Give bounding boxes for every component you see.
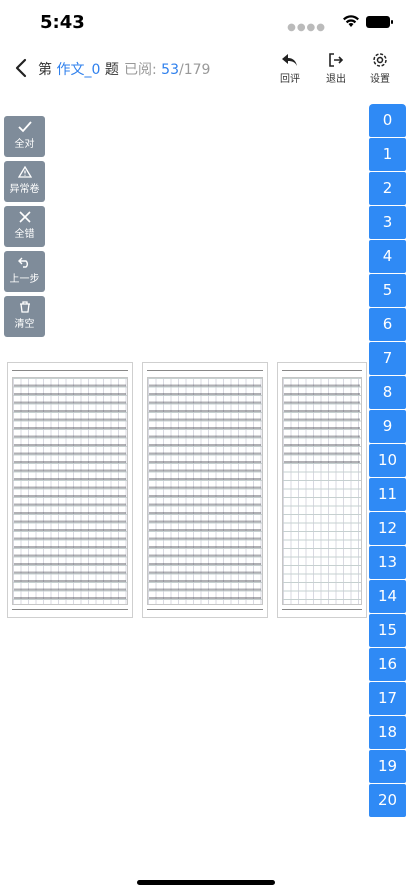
status-time: 5:43 (40, 12, 85, 33)
warning-icon (17, 166, 32, 178)
exit-button[interactable]: 退出 (318, 52, 354, 88)
clear-label: 清空 (14, 319, 35, 330)
x-icon (18, 211, 31, 223)
score-button[interactable]: 9 (369, 410, 406, 443)
all-correct-label: 全对 (14, 139, 35, 150)
read-label: 已阅: (124, 62, 157, 78)
exit-label: 退出 (326, 74, 346, 85)
battery-icon (366, 16, 393, 28)
title-suffix: 题 (104, 62, 119, 78)
status-bar: 5:43 ●●●● (0, 0, 412, 46)
score-button[interactable]: 20 (369, 784, 406, 817)
score-button[interactable]: 0 (369, 104, 406, 137)
answer-sheet-page-3 (277, 362, 367, 618)
undo-icon (17, 257, 28, 268)
review-label: 回评 (280, 74, 300, 85)
score-button[interactable]: 14 (369, 580, 406, 613)
score-button[interactable]: 11 (369, 478, 406, 511)
question-title: 第 作文_0 题 (38, 59, 119, 79)
clear-button[interactable]: 清空 (4, 296, 45, 337)
score-button[interactable]: 15 (369, 614, 406, 647)
reply-arrow-icon (282, 54, 297, 66)
score-button[interactable]: 1 (369, 138, 406, 171)
wifi-icon (343, 15, 359, 27)
nav-bar: 第 作文_0 题 已阅: 53/179 回评 退出 设置 (0, 46, 412, 90)
score-button[interactable]: 4 (369, 240, 406, 273)
all-correct-button[interactable]: 全对 (4, 116, 45, 157)
check-icon (17, 121, 32, 133)
abnormal-paper-button[interactable]: 异常卷 (4, 161, 45, 202)
answer-sheet-page-1 (7, 362, 133, 618)
score-button[interactable]: 3 (369, 206, 406, 239)
score-button[interactable]: 12 (369, 512, 406, 545)
score-button[interactable]: 17 (369, 682, 406, 715)
settings-button[interactable]: 设置 (362, 52, 398, 88)
read-total: /179 (179, 62, 211, 78)
score-button[interactable]: 8 (369, 376, 406, 409)
cellular-icon: ●●●● (287, 22, 326, 33)
review-button[interactable]: 回评 (272, 52, 308, 88)
home-indicator[interactable] (137, 880, 275, 885)
score-button[interactable]: 2 (369, 172, 406, 205)
settings-label: 设置 (370, 74, 390, 85)
score-button[interactable]: 16 (369, 648, 406, 681)
undo-label: 上一步 (9, 274, 40, 285)
score-button[interactable]: 10 (369, 444, 406, 477)
answer-sheet-page-2 (142, 362, 268, 618)
score-button[interactable]: 6 (369, 308, 406, 341)
read-progress: 已阅: 53/179 (124, 59, 210, 79)
back-chevron-icon[interactable] (12, 56, 32, 80)
score-button[interactable]: 19 (369, 750, 406, 783)
all-wrong-label: 全错 (14, 229, 35, 240)
logout-icon (329, 53, 344, 67)
question-name: 作文_0 (56, 62, 101, 78)
abnormal-paper-label: 异常卷 (9, 184, 40, 195)
score-button[interactable]: 13 (369, 546, 406, 579)
score-column: 0 1 2 3 4 5 6 7 8 9 10 11 12 13 14 15 16… (369, 104, 406, 818)
all-wrong-button[interactable]: 全错 (4, 206, 45, 247)
title-prefix: 第 (38, 62, 52, 78)
score-button[interactable]: 7 (369, 342, 406, 375)
gear-icon (373, 53, 387, 67)
trash-icon (19, 301, 30, 313)
score-button[interactable]: 5 (369, 274, 406, 307)
undo-button[interactable]: 上一步 (4, 251, 45, 292)
score-button[interactable]: 18 (369, 716, 406, 749)
read-count: 53 (161, 62, 179, 78)
